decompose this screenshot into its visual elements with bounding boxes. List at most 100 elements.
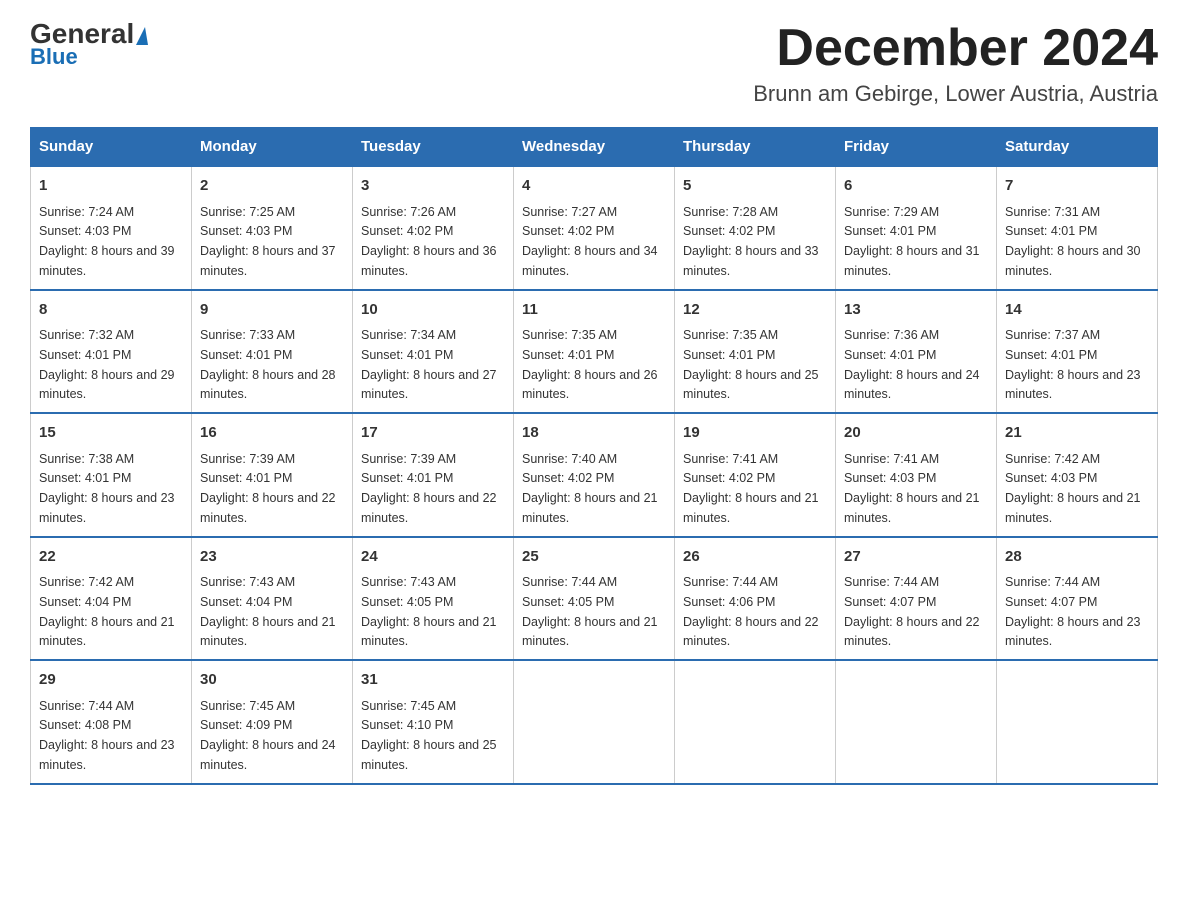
col-header-thursday: Thursday xyxy=(675,128,836,167)
calendar-cell: 7 Sunrise: 7:31 AM Sunset: 4:01 PM Dayli… xyxy=(997,166,1158,290)
calendar-cell: 22 Sunrise: 7:42 AM Sunset: 4:04 PM Dayl… xyxy=(31,537,192,661)
calendar-cell: 14 Sunrise: 7:37 AM Sunset: 4:01 PM Dayl… xyxy=(997,290,1158,414)
calendar-cell: 15 Sunrise: 7:38 AM Sunset: 4:01 PM Dayl… xyxy=(31,413,192,537)
daylight-info: Daylight: 8 hours and 25 minutes. xyxy=(683,368,819,402)
day-number: 22 xyxy=(39,546,183,569)
daylight-info: Daylight: 8 hours and 21 minutes. xyxy=(361,615,497,649)
daylight-info: Daylight: 8 hours and 28 minutes. xyxy=(200,368,336,402)
sunrise-info: Sunrise: 7:44 AM xyxy=(844,575,939,589)
sunrise-info: Sunrise: 7:26 AM xyxy=(361,205,456,219)
sunrise-info: Sunrise: 7:35 AM xyxy=(522,328,617,342)
calendar-cell: 12 Sunrise: 7:35 AM Sunset: 4:01 PM Dayl… xyxy=(675,290,836,414)
daylight-info: Daylight: 8 hours and 21 minutes. xyxy=(1005,491,1141,525)
day-number: 24 xyxy=(361,546,505,569)
sunrise-info: Sunrise: 7:44 AM xyxy=(683,575,778,589)
sunrise-info: Sunrise: 7:33 AM xyxy=(200,328,295,342)
month-title: December 2024 xyxy=(753,20,1158,77)
logo: General Blue xyxy=(30,20,148,70)
sunrise-info: Sunrise: 7:32 AM xyxy=(39,328,134,342)
day-number: 18 xyxy=(522,422,666,445)
daylight-info: Daylight: 8 hours and 21 minutes. xyxy=(522,615,658,649)
sunrise-info: Sunrise: 7:39 AM xyxy=(200,452,295,466)
calendar-cell: 17 Sunrise: 7:39 AM Sunset: 4:01 PM Dayl… xyxy=(353,413,514,537)
col-header-wednesday: Wednesday xyxy=(514,128,675,167)
daylight-info: Daylight: 8 hours and 22 minutes. xyxy=(683,615,819,649)
day-number: 6 xyxy=(844,175,988,198)
day-number: 19 xyxy=(683,422,827,445)
day-number: 16 xyxy=(200,422,344,445)
calendar-cell: 19 Sunrise: 7:41 AM Sunset: 4:02 PM Dayl… xyxy=(675,413,836,537)
calendar-cell: 31 Sunrise: 7:45 AM Sunset: 4:10 PM Dayl… xyxy=(353,660,514,784)
day-number: 20 xyxy=(844,422,988,445)
calendar-cell: 8 Sunrise: 7:32 AM Sunset: 4:01 PM Dayli… xyxy=(31,290,192,414)
day-number: 29 xyxy=(39,669,183,692)
day-number: 11 xyxy=(522,299,666,322)
sunset-info: Sunset: 4:03 PM xyxy=(844,471,936,485)
calendar-cell: 1 Sunrise: 7:24 AM Sunset: 4:03 PM Dayli… xyxy=(31,166,192,290)
day-number: 26 xyxy=(683,546,827,569)
sunset-info: Sunset: 4:01 PM xyxy=(683,348,775,362)
calendar-cell: 26 Sunrise: 7:44 AM Sunset: 4:06 PM Dayl… xyxy=(675,537,836,661)
day-number: 5 xyxy=(683,175,827,198)
day-number: 9 xyxy=(200,299,344,322)
calendar-cell: 23 Sunrise: 7:43 AM Sunset: 4:04 PM Dayl… xyxy=(192,537,353,661)
daylight-info: Daylight: 8 hours and 23 minutes. xyxy=(39,491,175,525)
daylight-info: Daylight: 8 hours and 26 minutes. xyxy=(522,368,658,402)
sunrise-info: Sunrise: 7:24 AM xyxy=(39,205,134,219)
sunset-info: Sunset: 4:01 PM xyxy=(1005,224,1097,238)
day-number: 7 xyxy=(1005,175,1149,198)
calendar-week-row: 15 Sunrise: 7:38 AM Sunset: 4:01 PM Dayl… xyxy=(31,413,1158,537)
day-number: 27 xyxy=(844,546,988,569)
day-number: 10 xyxy=(361,299,505,322)
page-header: General Blue December 2024 Brunn am Gebi… xyxy=(30,20,1158,107)
sunset-info: Sunset: 4:03 PM xyxy=(39,224,131,238)
sunset-info: Sunset: 4:01 PM xyxy=(39,348,131,362)
day-number: 2 xyxy=(200,175,344,198)
calendar-cell: 4 Sunrise: 7:27 AM Sunset: 4:02 PM Dayli… xyxy=(514,166,675,290)
sunrise-info: Sunrise: 7:42 AM xyxy=(39,575,134,589)
sunset-info: Sunset: 4:01 PM xyxy=(200,348,292,362)
sunset-info: Sunset: 4:02 PM xyxy=(522,471,614,485)
sunset-info: Sunset: 4:04 PM xyxy=(39,595,131,609)
sunset-info: Sunset: 4:06 PM xyxy=(683,595,775,609)
calendar-cell: 16 Sunrise: 7:39 AM Sunset: 4:01 PM Dayl… xyxy=(192,413,353,537)
sunset-info: Sunset: 4:05 PM xyxy=(361,595,453,609)
daylight-info: Daylight: 8 hours and 21 minutes. xyxy=(522,491,658,525)
sunset-info: Sunset: 4:02 PM xyxy=(683,471,775,485)
sunset-info: Sunset: 4:03 PM xyxy=(1005,471,1097,485)
day-number: 17 xyxy=(361,422,505,445)
col-header-friday: Friday xyxy=(836,128,997,167)
sunrise-info: Sunrise: 7:35 AM xyxy=(683,328,778,342)
day-number: 12 xyxy=(683,299,827,322)
title-block: December 2024 Brunn am Gebirge, Lower Au… xyxy=(753,20,1158,107)
col-header-monday: Monday xyxy=(192,128,353,167)
calendar-week-row: 8 Sunrise: 7:32 AM Sunset: 4:01 PM Dayli… xyxy=(31,290,1158,414)
sunset-info: Sunset: 4:02 PM xyxy=(522,224,614,238)
calendar-cell: 3 Sunrise: 7:26 AM Sunset: 4:02 PM Dayli… xyxy=(353,166,514,290)
calendar-cell: 21 Sunrise: 7:42 AM Sunset: 4:03 PM Dayl… xyxy=(997,413,1158,537)
calendar-table: SundayMondayTuesdayWednesdayThursdayFrid… xyxy=(30,127,1158,785)
calendar-cell: 2 Sunrise: 7:25 AM Sunset: 4:03 PM Dayli… xyxy=(192,166,353,290)
day-number: 31 xyxy=(361,669,505,692)
sunset-info: Sunset: 4:07 PM xyxy=(1005,595,1097,609)
sunset-info: Sunset: 4:03 PM xyxy=(200,224,292,238)
sunrise-info: Sunrise: 7:36 AM xyxy=(844,328,939,342)
daylight-info: Daylight: 8 hours and 23 minutes. xyxy=(39,738,175,772)
calendar-cell: 9 Sunrise: 7:33 AM Sunset: 4:01 PM Dayli… xyxy=(192,290,353,414)
daylight-info: Daylight: 8 hours and 24 minutes. xyxy=(844,368,980,402)
calendar-body: 1 Sunrise: 7:24 AM Sunset: 4:03 PM Dayli… xyxy=(31,166,1158,784)
calendar-cell: 5 Sunrise: 7:28 AM Sunset: 4:02 PM Dayli… xyxy=(675,166,836,290)
sunrise-info: Sunrise: 7:43 AM xyxy=(361,575,456,589)
calendar-cell: 25 Sunrise: 7:44 AM Sunset: 4:05 PM Dayl… xyxy=(514,537,675,661)
sunset-info: Sunset: 4:02 PM xyxy=(361,224,453,238)
day-number: 30 xyxy=(200,669,344,692)
calendar-cell: 20 Sunrise: 7:41 AM Sunset: 4:03 PM Dayl… xyxy=(836,413,997,537)
calendar-cell: 10 Sunrise: 7:34 AM Sunset: 4:01 PM Dayl… xyxy=(353,290,514,414)
daylight-info: Daylight: 8 hours and 23 minutes. xyxy=(1005,615,1141,649)
daylight-info: Daylight: 8 hours and 27 minutes. xyxy=(361,368,497,402)
calendar-header-row: SundayMondayTuesdayWednesdayThursdayFrid… xyxy=(31,128,1158,167)
sunrise-info: Sunrise: 7:41 AM xyxy=(683,452,778,466)
day-number: 1 xyxy=(39,175,183,198)
daylight-info: Daylight: 8 hours and 24 minutes. xyxy=(200,738,336,772)
col-header-tuesday: Tuesday xyxy=(353,128,514,167)
